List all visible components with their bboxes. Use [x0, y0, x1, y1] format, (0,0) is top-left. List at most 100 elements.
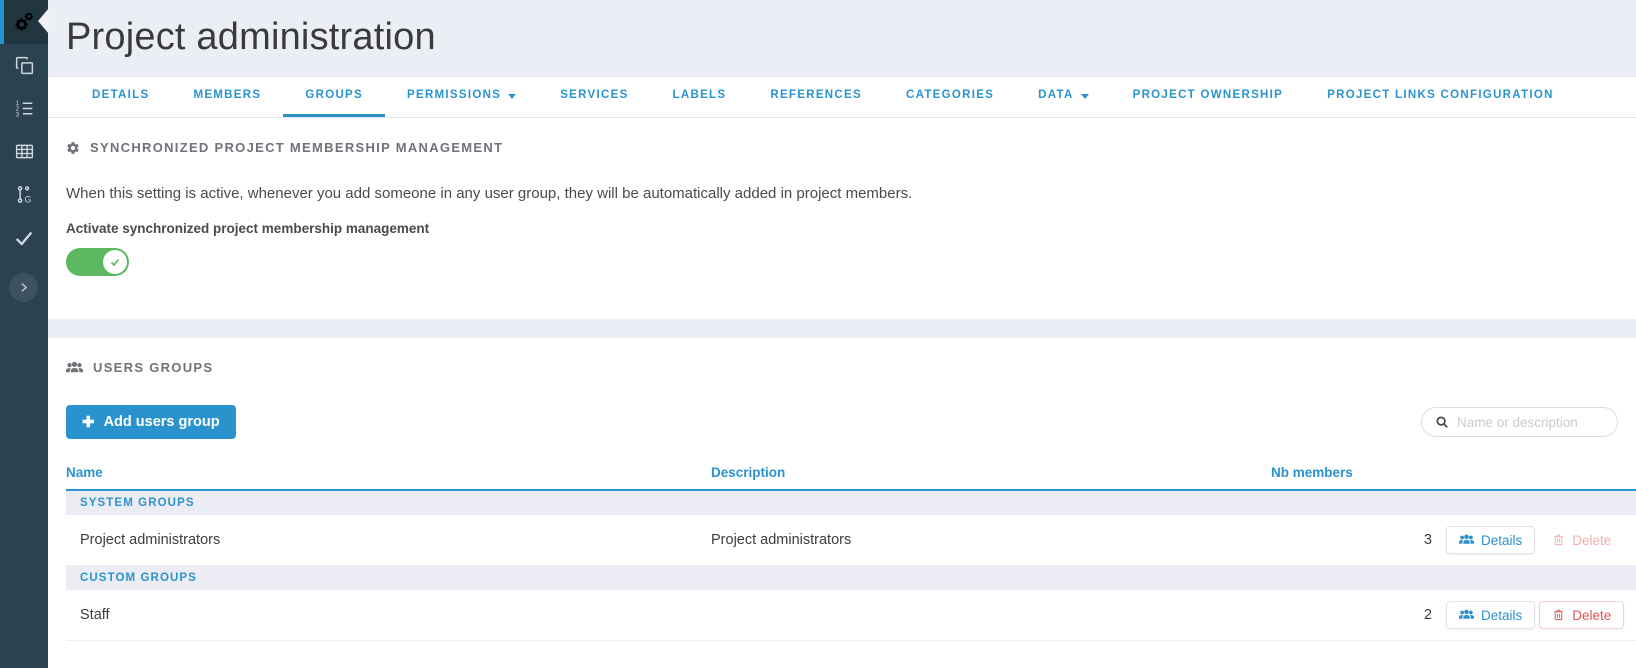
chevron-right-icon: [21, 283, 28, 292]
trash-icon: [1552, 533, 1565, 547]
page: Project administration DETAILS MEMBERS GRO…: [48, 0, 1636, 668]
content-area: SYNCHRONIZED PROJECT MEMBERSHIP MANAGEME…: [48, 118, 1636, 668]
table-section-header: SYSTEM GROUPS: [66, 490, 1636, 516]
search-icon: [1436, 416, 1448, 428]
cell-actions: Details Delete: [1446, 590, 1636, 642]
delete-button[interactable]: Delete: [1539, 601, 1625, 630]
tab-label: LABELS: [672, 89, 727, 102]
column-header-nb-members[interactable]: Nb members: [1271, 465, 1446, 492]
delete-label: Delete: [1572, 607, 1612, 623]
sidebar-item-versions[interactable]: G: [0, 173, 48, 216]
tab-members[interactable]: MEMBERS: [171, 77, 283, 117]
sync-description: When this setting is active, whenever yo…: [66, 185, 913, 203]
table-row: Staff 2 Details Delete: [66, 590, 1636, 642]
trash-icon: [1552, 608, 1565, 622]
users-icon: [1459, 534, 1474, 546]
sidebar-item-validation[interactable]: [0, 216, 48, 259]
section-label: CUSTOM GROUPS: [66, 565, 1636, 591]
table-body: SYSTEM GROUPS Project administrators Proje…: [66, 490, 1636, 642]
details-label: Details: [1481, 532, 1523, 548]
page-header: Project administration: [48, 0, 1636, 77]
app-root: 1 2 3 G Project administration DETAILS M…: [0, 0, 1636, 668]
tab-label: CATEGORIES: [905, 89, 995, 102]
cell-nb-members: 3: [1271, 515, 1446, 567]
sync-toggle[interactable]: [66, 248, 129, 277]
search-input[interactable]: [1457, 414, 1604, 430]
sidebar-item-documents[interactable]: [0, 44, 48, 87]
cogs-icon: [15, 12, 34, 31]
check-icon: [110, 259, 120, 267]
sidebar-expand-button[interactable]: [9, 273, 38, 302]
details-button[interactable]: Details: [1446, 601, 1536, 630]
tab-label: DATA: [1038, 89, 1074, 102]
users-icon: [66, 361, 83, 375]
tab-references[interactable]: REFERENCES: [748, 77, 884, 117]
tab-services[interactable]: SERVICES: [538, 77, 650, 117]
sidebar-item-tables[interactable]: [0, 130, 48, 173]
cell-group-description: Project administrators: [711, 515, 1271, 567]
sync-panel-title: SYNCHRONIZED PROJECT MEMBERSHIP MANAGEME…: [90, 140, 504, 156]
details-button[interactable]: Details: [1446, 526, 1536, 555]
details-label: Details: [1481, 607, 1523, 623]
cell-nb-members: 2: [1271, 590, 1446, 642]
ordered-list-icon: 1 2 3: [15, 100, 32, 118]
page-title: Project administration: [66, 16, 436, 59]
toggle-knob: [103, 250, 127, 275]
svg-text:G: G: [24, 194, 31, 204]
tab-bar: DETAILS MEMBERS GROUPS PERMISSIONS SERVICES L…: [48, 76, 1636, 119]
tab-project-links-configuration[interactable]: PROJECT LINKS CONFIGURATION: [1305, 77, 1576, 117]
sync-toggle-wrapper: [48, 236, 1636, 281]
search-box[interactable]: [1421, 407, 1618, 438]
table-row: Project administrators Project administra…: [66, 515, 1636, 567]
tab-label: DETAILS: [92, 89, 150, 102]
chevron-down-icon: [508, 93, 517, 99]
users-groups-title: USERS GROUPS: [93, 360, 214, 376]
delete-button: Delete: [1539, 526, 1625, 555]
table-section-header: CUSTOM GROUPS: [66, 565, 1636, 591]
tab-data[interactable]: DATA: [1016, 77, 1110, 117]
row-actions: Details Delete: [1446, 601, 1636, 630]
panel-divider: [48, 319, 1636, 339]
plus-icon: ✚: [82, 413, 95, 431]
cell-group-name: Staff: [66, 590, 711, 642]
cell-group-name: Project administrators: [66, 515, 711, 567]
sync-panel-header: SYNCHRONIZED PROJECT MEMBERSHIP MANAGEME…: [48, 118, 1636, 155]
row-actions: Details Delete: [1446, 526, 1636, 555]
add-users-group-button[interactable]: ✚ Add users group: [66, 405, 236, 440]
tab-label: PROJECT OWNERSHIP: [1132, 89, 1284, 102]
copy-icon: [15, 56, 33, 75]
sidebar-item-lists[interactable]: 1 2 3: [0, 87, 48, 130]
cell-actions: Details Delete: [1446, 515, 1636, 567]
git-branch-icon: G: [17, 186, 31, 204]
tab-details[interactable]: DETAILS: [70, 77, 171, 117]
sync-panel: SYNCHRONIZED PROJECT MEMBERSHIP MANAGEME…: [48, 118, 1636, 320]
delete-label: Delete: [1572, 532, 1612, 548]
column-header-name[interactable]: Name: [66, 465, 711, 492]
tab-label: PROJECT LINKS CONFIGURATION: [1327, 89, 1554, 102]
tab-groups[interactable]: GROUPS: [283, 77, 385, 118]
table-header-row: Name Description Nb members: [66, 465, 1636, 492]
tab-categories[interactable]: CATEGORIES: [884, 77, 1016, 117]
users-icon: [1459, 609, 1474, 621]
chevron-down-icon: [1080, 93, 1089, 99]
check-icon: [15, 231, 33, 246]
tab-labels[interactable]: LABELS: [651, 77, 749, 117]
users-groups-header: USERS GROUPS: [48, 338, 1636, 375]
tab-label: MEMBERS: [193, 89, 262, 102]
active-indicator-arrow: [38, 8, 49, 34]
sidebar-item-administration[interactable]: [0, 0, 49, 44]
add-users-group-label: Add users group: [103, 414, 220, 431]
column-header-description[interactable]: Description: [711, 465, 1271, 492]
cell-group-description: [711, 590, 1271, 642]
tab-label: GROUPS: [305, 89, 363, 102]
sidebar-rail: 1 2 3 G: [0, 0, 49, 668]
gear-icon: [66, 141, 80, 155]
tab-label: PERMISSIONS: [407, 89, 502, 102]
users-groups-table: Name Description Nb members SYSTEM GROUP…: [66, 465, 1636, 642]
table-header: Name Description Nb members: [66, 465, 1636, 492]
tab-permissions[interactable]: PERMISSIONS: [385, 77, 538, 117]
column-header-actions: [1446, 465, 1636, 492]
tab-project-ownership[interactable]: PROJECT OWNERSHIP: [1111, 77, 1306, 117]
sync-toggle-label: Activate synchronized project membership…: [66, 221, 430, 237]
users-groups-panel: USERS GROUPS ✚ Add users group Name or d…: [48, 338, 1636, 668]
